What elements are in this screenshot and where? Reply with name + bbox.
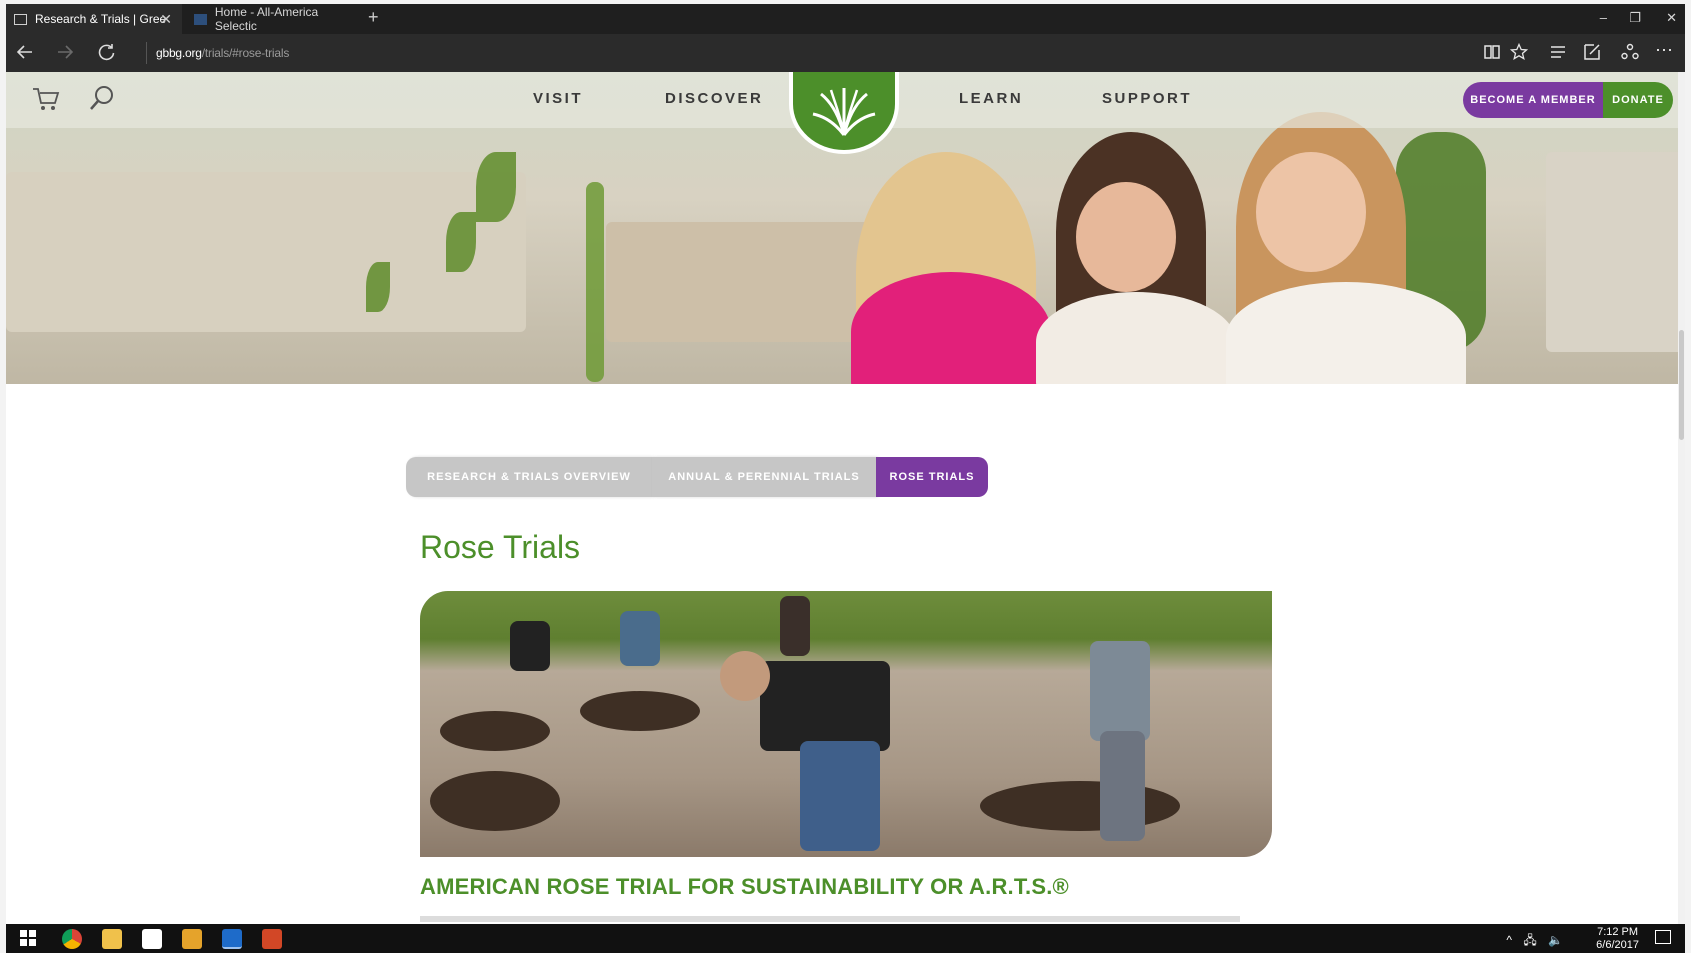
nav-visit[interactable]: VISIT bbox=[533, 90, 583, 107]
page-icon bbox=[14, 13, 27, 25]
web-page: VISIT DISCOVER LEARN SUPPORT BECOME A ME… bbox=[6, 72, 1685, 924]
forward-icon[interactable] bbox=[56, 43, 74, 64]
body-text bbox=[420, 916, 1240, 922]
site-favicon-icon bbox=[194, 13, 207, 25]
tab-research-trials-overview[interactable]: RESEARCH & TRIALS OVERVIEW bbox=[406, 457, 652, 497]
nav-support[interactable]: SUPPORT bbox=[1102, 90, 1192, 107]
logo-plant-icon bbox=[812, 88, 876, 136]
site-logo[interactable] bbox=[789, 72, 899, 154]
url-field[interactable]: gbbg.org/trials/#rose-trials bbox=[156, 46, 289, 60]
media-player-icon[interactable] bbox=[182, 929, 202, 949]
clock-date: 6/6/2017 bbox=[1596, 939, 1639, 951]
page-title: Rose Trials bbox=[420, 529, 581, 565]
tab-annual-perennial-trials[interactable]: ANNUAL & PERENNIAL TRIALS bbox=[652, 457, 876, 497]
become-member-button[interactable]: BECOME A MEMBER bbox=[1463, 82, 1603, 118]
restore-button[interactable]: ❐ bbox=[1629, 10, 1641, 26]
store-icon[interactable] bbox=[142, 929, 162, 949]
back-icon[interactable] bbox=[16, 43, 34, 64]
nav-discover[interactable]: DISCOVER bbox=[665, 90, 763, 107]
share-icon[interactable] bbox=[1621, 43, 1639, 66]
close-window-button[interactable]: ✕ bbox=[1666, 10, 1677, 26]
file-explorer-icon[interactable] bbox=[102, 929, 122, 949]
clock[interactable]: 7:12 PM 6/6/2017 bbox=[1596, 926, 1639, 952]
rose-trial-photo bbox=[420, 591, 1272, 857]
system-tray-icons[interactable]: ^ 🖧 🔈 bbox=[1506, 931, 1567, 952]
tab-bar: Research & Trials | Gree ✕ Home - All-Am… bbox=[6, 4, 1685, 34]
search-icon[interactable] bbox=[88, 84, 116, 117]
hub-icon[interactable] bbox=[1549, 43, 1567, 66]
start-windows-icon[interactable] bbox=[20, 930, 40, 950]
web-note-icon[interactable] bbox=[1583, 43, 1601, 66]
address-bar: gbbg.org/trials/#rose-trials ⋯ bbox=[6, 34, 1685, 72]
reading-view-icon[interactable] bbox=[1483, 43, 1501, 66]
trials-tab-bar: RESEARCH & TRIALS OVERVIEW ANNUAL & PERE… bbox=[406, 457, 988, 497]
scrollbar[interactable] bbox=[1678, 72, 1685, 924]
refresh-icon[interactable] bbox=[98, 43, 116, 64]
tab-title: Home - All-America Selectic bbox=[214, 5, 319, 33]
url-path: /trials/#rose-trials bbox=[201, 46, 290, 60]
powerpoint-icon[interactable] bbox=[262, 929, 282, 949]
tab-rose-trials[interactable]: ROSE TRIALS bbox=[876, 457, 988, 497]
hero-image: VISIT DISCOVER LEARN SUPPORT BECOME A ME… bbox=[6, 72, 1685, 384]
favorite-star-icon[interactable] bbox=[1509, 42, 1529, 66]
browser-window: Research & Trials | Gree ✕ Home - All-Am… bbox=[6, 4, 1685, 953]
scrollbar-thumb[interactable] bbox=[1679, 330, 1684, 440]
minimize-button[interactable]: – bbox=[1600, 10, 1607, 25]
clock-time: 7:12 PM bbox=[1597, 926, 1639, 938]
cart-icon[interactable] bbox=[32, 86, 60, 117]
tab-research-trials[interactable]: Research & Trials | Gree ✕ bbox=[6, 4, 182, 34]
tab-title: Research & Trials | Gree bbox=[35, 12, 167, 26]
notification-icon[interactable] bbox=[1655, 930, 1671, 944]
windows-taskbar: ^ 🖧 🔈 7:12 PM 6/6/2017 bbox=[6, 924, 1685, 953]
section-heading: AMERICAN ROSE TRIAL FOR SUSTAINABILITY O… bbox=[420, 874, 1069, 899]
donate-button[interactable]: DONATE bbox=[1603, 82, 1673, 118]
more-icon[interactable]: ⋯ bbox=[1655, 40, 1673, 61]
close-tab-icon[interactable]: ✕ bbox=[160, 11, 172, 28]
url-domain: gbbg.org bbox=[156, 46, 202, 60]
tab-all-america[interactable]: Home - All-America Selectic bbox=[186, 4, 362, 34]
chrome-icon[interactable] bbox=[62, 929, 82, 949]
new-tab-button[interactable]: + bbox=[368, 7, 379, 28]
nav-learn[interactable]: LEARN bbox=[959, 90, 1023, 107]
edge-icon[interactable] bbox=[222, 929, 242, 949]
